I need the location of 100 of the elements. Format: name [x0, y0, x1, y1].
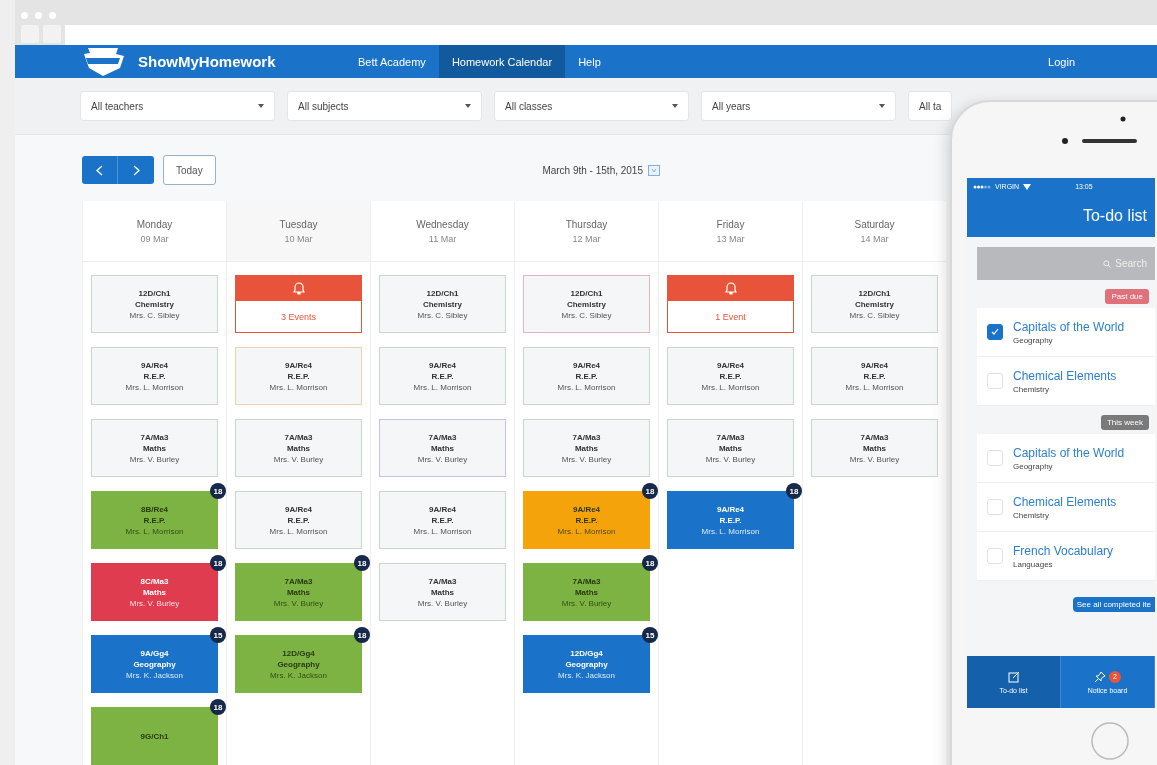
- event-card[interactable]: 1 Event: [667, 275, 794, 333]
- event-card[interactable]: 3 Events: [235, 275, 362, 333]
- class-code: 7A/Ma3: [284, 576, 313, 586]
- lesson-card[interactable]: 9A/Re4 R.E.P. Mrs. L. Morrison: [667, 347, 794, 405]
- subject-name: R.E.P.: [719, 371, 742, 381]
- class-code: 9A/Re4: [284, 360, 313, 370]
- subject-name: Chemistry: [422, 299, 463, 309]
- todo-item[interactable]: French Vocabulary Languages: [977, 532, 1155, 581]
- login-link[interactable]: Login: [1048, 45, 1075, 78]
- subject-name: Maths: [430, 587, 455, 597]
- teacher-name: Mrs. V. Burley: [561, 598, 612, 608]
- class-code: 9A/Re4: [572, 504, 601, 514]
- lesson-card[interactable]: 9A/Re4 R.E.P. Mrs. L. Morrison: [379, 491, 506, 549]
- brand-name[interactable]: ShowMyHomework: [138, 53, 276, 70]
- todo-item[interactable]: Capitals of the World Geography: [977, 434, 1155, 483]
- chevron-right-icon: [132, 164, 140, 176]
- lesson-card[interactable]: 9A/Re4 R.E.P. Mrs. L. Morrison: [523, 347, 650, 405]
- lesson-card[interactable]: 7A/Ma3 Maths Mrs. V. Burley: [811, 419, 938, 477]
- subject-name: Maths: [286, 587, 311, 597]
- teacher-name: Mrs. V. Burley: [273, 454, 324, 464]
- lesson-card[interactable]: 7A/Ma3 Maths Mrs. V. Burley: [379, 563, 506, 621]
- lesson-card[interactable]: 9A/Re4 R.E.P. Mrs. L. Morrison: [235, 491, 362, 549]
- teacher-name: Mrs. C. Sibley: [129, 310, 180, 320]
- section-label: This week: [1101, 415, 1149, 430]
- subject-name: R.E.P.: [143, 371, 166, 381]
- nav-link[interactable]: Bett Academy: [345, 45, 439, 78]
- lesson-card[interactable]: 12D/Ch1 Chemistry Mrs. C. Sibley: [523, 275, 650, 333]
- lesson-card[interactable]: 9A/Re4 R.E.P. Mrs. L. Morrison: [811, 347, 938, 405]
- day-name: Tuesday: [279, 218, 318, 230]
- subject-name: Chemistry: [566, 299, 607, 309]
- event-count: 1 Event: [714, 310, 747, 324]
- signal-icon: [973, 184, 991, 189]
- class-code: 9A/Gg4: [140, 648, 169, 658]
- filter-dropdown[interactable]: All classes: [494, 91, 689, 121]
- subject-name: Geography: [277, 659, 320, 669]
- teacher-name: Mrs. V. Burley: [849, 454, 900, 464]
- lesson-card[interactable]: 9A/Re4 R.E.P. Mrs. L. Morrison: [235, 347, 362, 405]
- lesson-card[interactable]: 9A/Re4 R.E.P. Mrs. L. Morrison: [379, 347, 506, 405]
- lesson-card[interactable]: 9A/Re4 R.E.P. Mrs. L. Morrison: [91, 347, 218, 405]
- caret-icon: [465, 104, 471, 108]
- screen-title: To-do list: [1082, 207, 1147, 225]
- todo-item[interactable]: Chemical Elements Chemistry: [977, 357, 1155, 406]
- todo-subject: Languages: [1013, 559, 1054, 569]
- teacher-name: Mrs. V. Burley: [417, 598, 468, 608]
- teacher-name: Mrs. L. Morrison: [557, 526, 616, 536]
- see-all-button[interactable]: See all completed ite: [1072, 597, 1155, 612]
- teacher-name: Mrs. V. Burley: [561, 454, 612, 464]
- class-code: 7A/Ma3: [716, 432, 745, 442]
- nav-link[interactable]: Homework Calendar: [438, 45, 566, 78]
- address-bar[interactable]: [65, 25, 1157, 45]
- class-code: 7A/Ma3: [428, 432, 457, 442]
- filter-dropdown[interactable]: All subjects: [287, 91, 482, 121]
- todo-title: Chemical Elements: [1013, 368, 1117, 383]
- window-dot[interactable]: [35, 12, 42, 19]
- teacher-name: Mrs. L. Morrison: [557, 382, 616, 392]
- lesson-card[interactable]: 7A/Ma3 Maths Mrs. V. Burley: [91, 419, 218, 477]
- subject-name: R.E.P.: [575, 515, 598, 525]
- day-name: Wednesday: [416, 218, 469, 230]
- lesson-card[interactable]: 7A/Ma3 Maths Mrs. V. Burley: [523, 419, 650, 477]
- subject-name: Chemistry: [854, 299, 895, 309]
- teacher-name: Mrs. L. Morrison: [845, 382, 904, 392]
- class-code: 12D/Ch1: [570, 288, 603, 298]
- todo-title: Capitals of the World: [1013, 445, 1125, 460]
- todo-item[interactable]: Chemical Elements Chemistry: [977, 483, 1155, 532]
- todo-item[interactable]: Capitals of the World Geography: [977, 308, 1155, 357]
- home-button-icon[interactable]: [1090, 721, 1130, 761]
- lesson-card[interactable]: 12D/Ch1 Chemistry Mrs. C. Sibley: [379, 275, 506, 333]
- lesson-card[interactable]: 7A/Ma3 Maths Mrs. V. Burley: [235, 419, 362, 477]
- filter-dropdown[interactable]: All years: [701, 91, 896, 121]
- window-dot[interactable]: [21, 12, 28, 19]
- class-code: 12D/Ch1: [426, 288, 459, 298]
- teacher-name: Mrs. V. Burley: [129, 598, 180, 608]
- lesson-card[interactable]: 7A/Ma3 Maths Mrs. V. Burley: [379, 419, 506, 477]
- class-code: 12D/Gg4: [570, 648, 603, 658]
- class-code: 9A/Re4: [428, 360, 457, 370]
- window-dot[interactable]: [49, 12, 56, 19]
- class-code: 9A/Re4: [428, 504, 457, 514]
- teacher-name: Mrs. C. Sibley: [849, 310, 900, 320]
- class-code: 9A/Re4: [716, 360, 745, 370]
- filter-dropdown[interactable]: All ta: [908, 91, 953, 121]
- checkbox[interactable]: [987, 324, 1003, 340]
- lesson-card[interactable]: 12D/Ch1 Chemistry Mrs. C. Sibley: [91, 275, 218, 333]
- count-badge: 15: [642, 627, 658, 643]
- teacher-name: Mrs. V. Burley: [273, 598, 324, 608]
- subject-name: Maths: [142, 587, 167, 597]
- filter-dropdown[interactable]: All teachers: [80, 91, 275, 121]
- caret-icon: [879, 104, 885, 108]
- subject-name: Maths: [574, 587, 599, 597]
- lesson-card[interactable]: 12D/Ch1 Chemistry Mrs. C. Sibley: [811, 275, 938, 333]
- todo-subject: Chemistry: [1013, 384, 1050, 394]
- calendar-icon[interactable]: [648, 164, 660, 176]
- teacher-name: Mrs. K. Jackson: [270, 670, 327, 680]
- chevron-left-icon: [96, 164, 103, 176]
- today-button[interactable]: Today: [163, 155, 216, 185]
- teacher-name: Mrs. K. Jackson: [558, 670, 615, 680]
- class-code: 7A/Ma3: [572, 432, 601, 442]
- class-code: 9A/Re4: [716, 504, 745, 514]
- nav-link[interactable]: Help: [565, 45, 614, 78]
- lesson-card[interactable]: 7A/Ma3 Maths Mrs. V. Burley: [667, 419, 794, 477]
- class-code: 7A/Ma3: [428, 576, 457, 586]
